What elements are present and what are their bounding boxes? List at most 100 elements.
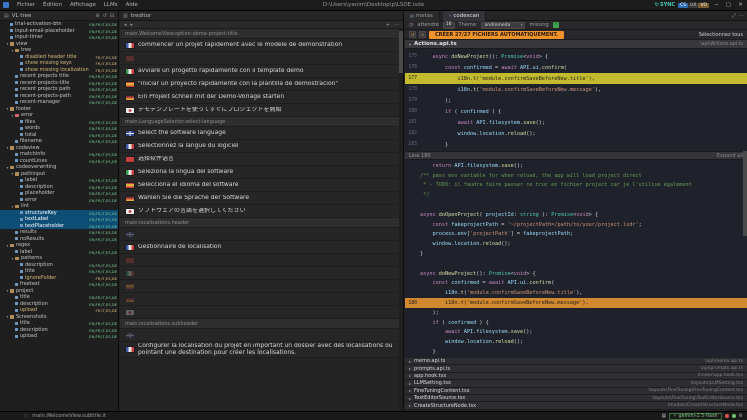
code-line[interactable]: 180 i18n.t('module.confirmSaveBeforeNew.… bbox=[405, 298, 747, 308]
code-line[interactable]: 179 ); bbox=[405, 95, 747, 106]
code-line[interactable]: i18n.t('module.confirmSaveBeforeNew.titl… bbox=[405, 288, 747, 298]
translation-row[interactable]: avviare un progetto rapidamente con il t… bbox=[120, 65, 403, 78]
code-line[interactable]: */ bbox=[405, 190, 747, 200]
chevron-right-icon[interactable]: ▸ bbox=[409, 359, 411, 364]
sync-button[interactable]: ↻ SYNC bbox=[655, 2, 675, 8]
code-line[interactable]: } bbox=[405, 347, 747, 357]
group-header[interactable]: main.LanguageSelector.select-language bbox=[120, 117, 403, 127]
layers-icon[interactable]: ▦ bbox=[661, 413, 666, 419]
gear-icon[interactable]: ⚙ bbox=[739, 413, 743, 419]
group-header[interactable]: main.WelcomeView.option-demo-project-tit… bbox=[120, 29, 403, 39]
translation-row[interactable] bbox=[120, 306, 403, 319]
nav-forward-icon[interactable]: ▸ bbox=[131, 22, 134, 28]
collapsed-file-row[interactable]: ▸CreateStructureNode.tsx\modals\CreateSt… bbox=[405, 402, 747, 409]
overflow-icon[interactable]: ⋯ bbox=[394, 22, 399, 28]
tab-metas[interactable]: ▤ metas bbox=[404, 11, 440, 21]
chevron-right-icon[interactable]: ▸ bbox=[409, 373, 411, 378]
group-header[interactable]: main.localisations.header bbox=[120, 218, 403, 228]
badge-ux[interactable]: UX bbox=[688, 3, 698, 8]
code-line[interactable]: const fakeprojectPath = '~/projectPath=/… bbox=[405, 220, 747, 230]
collapse-all-icon[interactable]: ⊟ bbox=[110, 13, 114, 19]
model-chip[interactable]: ⚡ gemini-2.5-flash bbox=[669, 413, 721, 420]
refresh-icon[interactable]: ↺ bbox=[409, 31, 416, 38]
code-line[interactable]: 180 if ( confirmed ) { bbox=[405, 106, 747, 117]
chevron-right-icon[interactable]: ▸ bbox=[409, 381, 411, 386]
translation-row[interactable]: "iniciar un proyecto rápidamente con la … bbox=[120, 78, 403, 91]
maximize-button[interactable]: ▢ bbox=[724, 2, 733, 8]
code-line[interactable] bbox=[405, 259, 747, 269]
translation-row[interactable]: Sélectionnez la langue du logiciel bbox=[120, 140, 403, 153]
create-files-button[interactable]: CRÉER 27/27 FICHIERS AUTOMATIQUEMENT. bbox=[429, 31, 564, 39]
badge-vo[interactable]: VO bbox=[698, 3, 709, 8]
translation-row[interactable] bbox=[120, 293, 403, 306]
code-line[interactable]: async doNewProject(): Promise<void> { bbox=[405, 269, 747, 279]
translation-row[interactable] bbox=[120, 52, 403, 65]
translation-row[interactable]: Wählen Sie die Sprache der Software bbox=[120, 192, 403, 205]
chevron-right-icon[interactable]: ▸ bbox=[409, 366, 411, 371]
translation-row[interactable]: ソフトウェアの言語を選択してください bbox=[120, 205, 403, 218]
more-icon[interactable]: ⋯ bbox=[739, 13, 744, 19]
menu-aide[interactable]: Aide bbox=[122, 2, 142, 8]
code-line[interactable]: 182 window.location.reload(); bbox=[405, 128, 747, 139]
expand-all-button[interactable]: Expand all bbox=[717, 153, 743, 159]
tab-codescan[interactable]: ⌁ codescan bbox=[443, 11, 486, 21]
code-line[interactable]: const confirmed = await API.ui.confirm( bbox=[405, 279, 747, 289]
code-line[interactable]: 176 const confirmed = await API.ui.confi… bbox=[405, 62, 747, 73]
chevron-right-icon[interactable]: ▸ bbox=[409, 388, 411, 393]
add-icon[interactable]: + bbox=[386, 22, 390, 28]
translation-row[interactable]: 选择软件语言 bbox=[120, 153, 403, 166]
translation-row[interactable]: commencer un projet rapidement avec le m… bbox=[120, 39, 403, 52]
code-line[interactable]: window.location.reload(); bbox=[405, 239, 747, 249]
select-all-link[interactable]: Sélectionnez tous bbox=[699, 32, 743, 38]
code-line[interactable]: return API.filesystem.save(); bbox=[405, 161, 747, 171]
collapsed-file-row[interactable]: ▸FineTuningContent.tsx\layouts\FineTunin… bbox=[405, 388, 747, 395]
translation-row[interactable]: Gestionnaire de localisation bbox=[120, 241, 403, 254]
scrollbar-thumb[interactable] bbox=[399, 31, 403, 73]
translation-row[interactable]: Ein Projekt schnell mit der Demo-Vorlage… bbox=[120, 91, 403, 104]
chevron-down-icon[interactable]: ▾ bbox=[409, 42, 411, 47]
code-line[interactable]: } bbox=[405, 249, 747, 259]
menu-affichage[interactable]: Affichage bbox=[66, 2, 100, 8]
close-button[interactable]: ✕ bbox=[736, 2, 745, 8]
refresh-icon[interactable]: ↺ bbox=[103, 13, 107, 19]
code-line[interactable]: 178 i18n.t('module.confirmSaveBeforeNew.… bbox=[405, 84, 747, 95]
collapsed-file-row[interactable]: ▸prompts.api.ts\api\prompts.api.ts bbox=[405, 365, 747, 372]
code-line[interactable] bbox=[405, 200, 747, 210]
menu-édition[interactable]: Édition bbox=[39, 2, 66, 8]
code-line[interactable]: /** pass env variable for when reload, t… bbox=[405, 171, 747, 181]
group-header[interactable]: main.localisations.subheader bbox=[120, 319, 403, 329]
collapsed-file-row[interactable]: ▸app.hook.tsx\hooks\app.hook.tsx bbox=[405, 373, 747, 380]
nav-back-icon[interactable]: ◂ bbox=[124, 22, 127, 28]
code-line[interactable]: await API.filesystem.save(); bbox=[405, 328, 747, 338]
menu-fichier[interactable]: Fichier bbox=[13, 2, 39, 8]
editor-scrollbar[interactable] bbox=[399, 29, 403, 411]
code-line[interactable]: 183 } bbox=[405, 139, 747, 150]
collapsed-file-row[interactable]: ▸TextEditorSource.tsx\layouts\FineTuning… bbox=[405, 395, 747, 402]
chevron-right-icon[interactable]: ▸ bbox=[409, 403, 411, 408]
translation-row[interactable]: Configurer la localisation du projet en … bbox=[120, 342, 403, 358]
minimize-button[interactable]: ─ bbox=[712, 2, 721, 8]
code-line[interactable]: async doOpenProject( projectId: string )… bbox=[405, 210, 747, 220]
theme-select[interactable]: andromeda ▾ bbox=[481, 22, 525, 29]
translation-row[interactable]: Seleziona la lingua del software bbox=[120, 166, 403, 179]
translation-row[interactable] bbox=[120, 280, 403, 293]
collapsed-file-row[interactable]: ▸LLMSetting.tsx\layouts\LLMSetting.tsx bbox=[405, 380, 747, 387]
open-file-header[interactable]: ▾ Actions.api.ts \api\Actions.api.ts bbox=[405, 40, 747, 49]
code-line[interactable]: ); bbox=[405, 308, 747, 318]
tree-item[interactable]: uploadEN,FR,IT,ES,DE bbox=[0, 333, 118, 340]
translation-row[interactable]: Select the software language bbox=[120, 127, 403, 140]
badge-cs[interactable]: CS bbox=[678, 3, 688, 8]
add-key-icon[interactable]: ⊕ bbox=[95, 13, 99, 19]
translation-row[interactable] bbox=[120, 267, 403, 280]
code-line[interactable]: process.env['projectPath'] = fakeproject… bbox=[405, 230, 747, 240]
attendre-value-input[interactable]: 16 bbox=[443, 22, 455, 29]
code-line[interactable]: 175 async doNewProject(): Promise<void> … bbox=[405, 51, 747, 62]
translation-row[interactable] bbox=[120, 254, 403, 267]
expand-icon[interactable]: ⤢ bbox=[732, 13, 736, 19]
translation-row[interactable] bbox=[120, 228, 403, 241]
translation-row[interactable] bbox=[120, 329, 403, 342]
translation-row[interactable]: Selecciona el idioma del software bbox=[120, 179, 403, 192]
code-line[interactable]: 181 await API.filesystem.save(); bbox=[405, 117, 747, 128]
translation-row[interactable]: デモテンプレートを使ってすぐにプロジェクトを開始 bbox=[120, 104, 403, 117]
collapsed-file-row[interactable]: ▸memo.api.ts\api\memo.api.ts bbox=[405, 358, 747, 365]
